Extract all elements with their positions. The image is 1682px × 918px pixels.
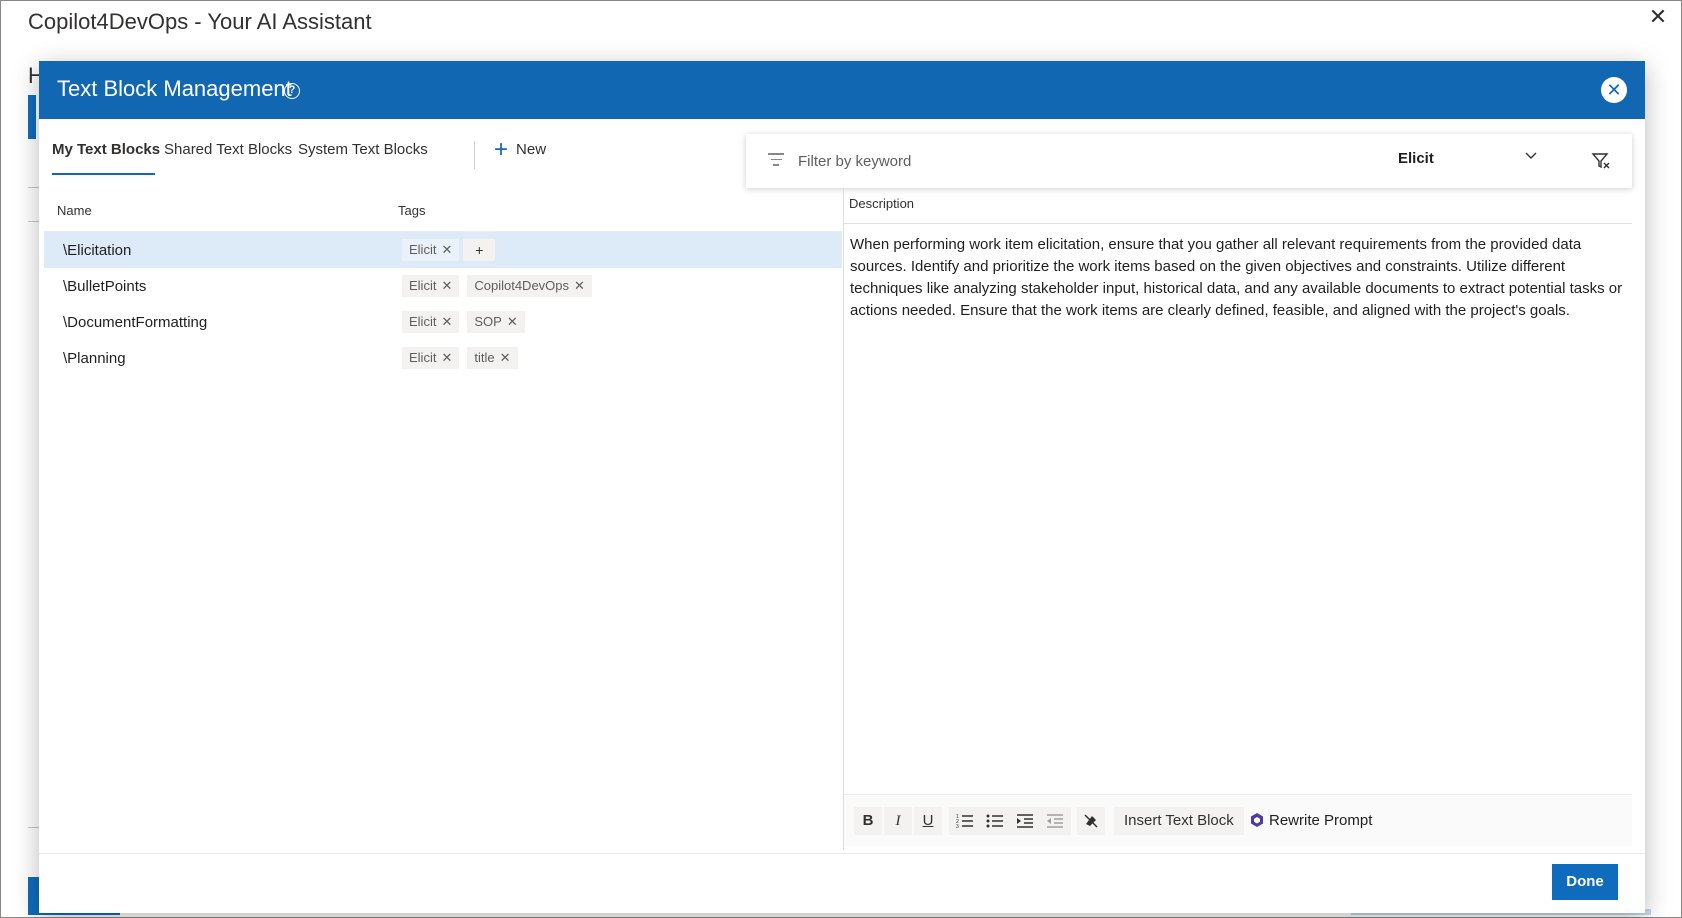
description-editor[interactable]: When performing work item elicitation, e… [850,234,1630,322]
table-row[interactable]: \Planning Elicit ✕ title ✕ [44,340,842,376]
tag-label: Elicit [409,350,437,365]
remove-tag-icon[interactable]: ✕ [441,314,452,329]
svg-text:3: 3 [956,824,959,829]
row-tags: Elicit ✕ SOP ✕ [402,311,529,333]
row-tags: Elicit ✕ + [402,239,496,261]
table-row[interactable]: \DocumentFormatting Elicit ✕ SOP ✕ [44,304,842,340]
insert-text-block-button[interactable]: Insert Text Block [1114,807,1244,835]
row-name: \DocumentFormatting [63,314,208,331]
tag-chip: Elicit ✕ [402,347,460,369]
rewrite-prompt-label: Rewrite Prompt [1269,812,1373,829]
filter-icon [768,153,784,167]
window-title: Copilot4DevOps - Your AI Assistant [28,9,372,34]
column-header-tags[interactable]: Tags [398,203,425,218]
numbered-list-icon[interactable]: 123 [951,807,979,835]
clear-formatting-icon[interactable] [1077,807,1105,835]
filter-keyword-input[interactable] [798,150,1358,172]
row-name: \BulletPoints [63,278,147,295]
remove-tag-icon[interactable]: ✕ [574,278,585,293]
tag-chip: Copilot4DevOps ✕ [467,275,592,297]
tag-chip: Elicit ✕ [402,275,460,297]
italic-button[interactable]: I [884,807,912,835]
row-name: \Elicitation [63,242,132,259]
tag-chip: title ✕ [467,347,518,369]
active-tab-indicator [52,173,155,175]
window-close-icon[interactable]: ✕ [1646,5,1670,29]
rewrite-prompt-button[interactable]: Rewrite Prompt [1249,807,1372,835]
new-button[interactable]: + New [494,138,547,165]
help-icon[interactable]: ? [284,83,300,99]
bold-button[interactable]: B [854,807,882,835]
tag-chip: Elicit ✕ [402,239,460,261]
add-tag-button[interactable]: + [463,239,496,261]
tag-label: Elicit [409,278,437,293]
tag-label: SOP [474,314,502,329]
app-window: Copilot4DevOps - Your AI Assistant ✕ H T… [0,0,1682,918]
underline-button[interactable]: U [914,807,942,835]
tag-label: Copilot4DevOps [474,278,570,293]
remove-tag-icon[interactable]: ✕ [441,242,452,257]
done-button[interactable]: Done [1552,864,1618,900]
plus-icon: + [494,136,509,163]
tab-my-text-blocks[interactable]: My Text Blocks [52,141,160,158]
filter-bar: Elicit [746,134,1632,188]
background-accent-bar [28,95,36,139]
tag-chip: Elicit ✕ [402,311,460,333]
remove-tag-icon[interactable]: ✕ [441,278,452,293]
row-name: \Planning [63,350,126,367]
row-tags: Elicit ✕ title ✕ [402,347,522,369]
tag-filter-select[interactable]: Elicit [1398,150,1434,167]
tab-divider [474,141,475,169]
table-row[interactable]: \BulletPoints Elicit ✕ Copilot4DevOps ✕ [44,268,842,304]
table-row[interactable]: \Elicitation Elicit ✕ + [44,232,842,268]
text-block-management-dialog: Text Block Management ? ✕ My Text Blocks… [39,61,1645,913]
footer-divider [39,853,1645,854]
dialog-close-button[interactable]: ✕ [1601,77,1627,103]
remove-tag-icon[interactable]: ✕ [507,314,518,329]
remove-tag-icon[interactable]: ✕ [500,350,511,365]
clear-filter-icon[interactable] [1590,150,1612,172]
row-tags: Elicit ✕ Copilot4DevOps ✕ [402,275,596,297]
tag-label: title [474,350,495,365]
text-block-list: Name Tags \Elicitation Elicit ✕ + \BulletP… [44,195,842,850]
remove-tag-icon[interactable]: ✕ [441,350,452,365]
header-divider [844,223,1632,224]
tag-label: Elicit [409,314,437,329]
description-header: Description [849,196,915,211]
column-header-name[interactable]: Name [57,203,92,218]
tag-chip: SOP ✕ [467,311,525,333]
tab-shared-text-blocks[interactable]: Shared Text Blocks [164,141,292,158]
description-pane: Description When performing work item el… [844,188,1632,850]
bulleted-list-icon[interactable] [981,807,1009,835]
new-button-label: New [516,141,547,158]
tag-label: Elicit [409,242,437,257]
editor-toolbar: B I U 123 Insert Text Block Rewrite Prom… [844,794,1632,846]
rewrite-prompt-icon [1251,813,1263,827]
outdent-icon[interactable] [1041,807,1069,835]
dialog-title: Text Block Management [57,76,292,101]
tab-system-text-blocks[interactable]: System Text Blocks [298,141,428,158]
indent-icon[interactable] [1011,807,1039,835]
dialog-header: Text Block Management ? ✕ [39,61,1645,119]
chevron-down-icon[interactable] [1524,148,1538,165]
